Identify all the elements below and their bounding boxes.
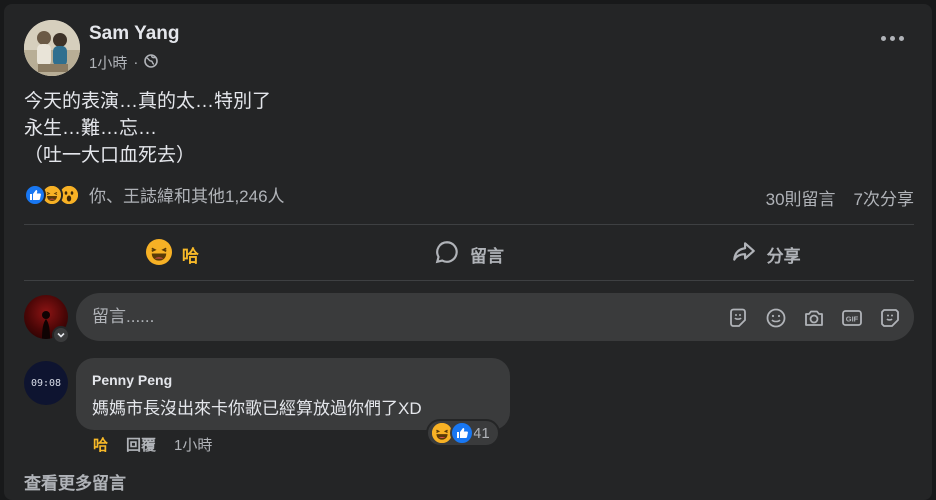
like-icon	[450, 421, 474, 445]
comment-time[interactable]: 1小時	[174, 434, 212, 455]
camera-icon[interactable]	[802, 306, 826, 330]
post-line: （吐一大口血死去）	[24, 145, 196, 166]
comment-react-button[interactable]: 哈	[93, 434, 108, 455]
commenter-avatar[interactable]: 09:08	[24, 361, 68, 405]
like-icon	[24, 183, 46, 206]
haha-icon	[145, 238, 172, 270]
gif-icon[interactable]: GIF	[840, 306, 864, 330]
reactions-text[interactable]: 你、王誌緯和其他1,246人	[89, 182, 285, 207]
author-avatar[interactable]	[24, 20, 80, 76]
comments-count[interactable]: 30則留言	[766, 185, 836, 210]
avatar-sticker-icon[interactable]	[878, 306, 902, 330]
post-line: 永生…難…忘…	[24, 118, 158, 139]
divider	[24, 224, 914, 225]
reaction-summary[interactable]: 你、王誌緯和其他1,246人	[24, 182, 285, 207]
meta-dot: ·	[133, 54, 139, 71]
more-options-icon[interactable]	[881, 36, 904, 41]
chevron-down-icon[interactable]	[52, 326, 70, 344]
globe-icon[interactable]	[144, 53, 159, 72]
post-time[interactable]: 1小時	[89, 52, 127, 73]
react-button[interactable]: 哈	[24, 229, 321, 279]
comment-author[interactable]: Penny Peng	[92, 372, 496, 388]
comment-input[interactable]	[92, 293, 692, 341]
comment-text: 媽媽市長沒出來卡你歌已經算放過你們了XD	[92, 399, 422, 418]
divider	[24, 280, 914, 281]
avatar-clock-text: 09:08	[30, 377, 62, 389]
comment-reaction-count: 41	[473, 424, 490, 442]
post-meta: 1小時 ·	[89, 52, 159, 73]
share-icon	[731, 239, 757, 270]
comment-reply-button[interactable]: 回覆	[126, 434, 156, 455]
composer-tools: GIF	[726, 306, 902, 330]
comment-composer: GIF	[76, 293, 914, 341]
comment-reactions[interactable]: 41	[426, 419, 500, 447]
comment-button[interactable]: 留言	[321, 229, 618, 279]
post-line: 今天的表演…真的太…特別了	[24, 91, 272, 112]
share-button[interactable]: 分享	[617, 229, 914, 279]
author-name[interactable]: Sam Yang	[89, 23, 179, 45]
sticker-icon[interactable]	[726, 306, 750, 330]
post-counts: 30則留言 7次分享	[766, 185, 914, 210]
shares-count[interactable]: 7次分享	[854, 185, 914, 210]
svg-text:GIF: GIF	[846, 315, 859, 324]
action-bar: 哈 留言 分享	[24, 229, 914, 279]
post-card: Sam Yang 1小時 · 今天的表演…真的太…特別了 永生…難…忘… （吐一…	[4, 4, 932, 500]
share-label: 分享	[766, 246, 801, 266]
comment-actions: 哈 回覆 1小時	[93, 434, 212, 455]
view-more-comments-link[interactable]: 查看更多留言	[24, 469, 126, 494]
comment-label: 留言	[470, 246, 504, 266]
react-label: 哈	[181, 246, 199, 266]
emoji-icon[interactable]	[764, 306, 788, 330]
comment-icon	[434, 239, 460, 270]
post-body: 今天的表演…真的太…特別了 永生…難…忘… （吐一大口血死去）	[24, 88, 271, 169]
